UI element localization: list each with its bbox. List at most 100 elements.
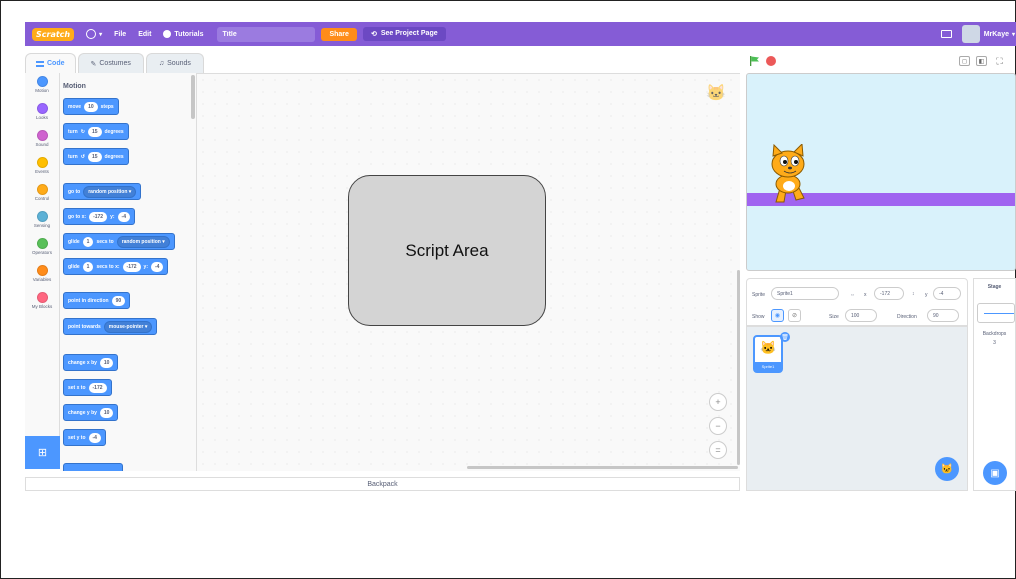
chevron-down-icon[interactable]: ▾ bbox=[1012, 31, 1015, 38]
block-input[interactable]: 1 bbox=[82, 261, 94, 272]
show-hidden-icon[interactable]: ⊘ bbox=[788, 309, 801, 322]
code-icon bbox=[36, 60, 44, 67]
block-input[interactable]: -172 bbox=[122, 261, 141, 272]
category-my-blocks[interactable]: My Blocks bbox=[25, 292, 59, 316]
category-dot-icon bbox=[36, 103, 48, 114]
block-point-towards[interactable]: point towards mouse-pointer ▾ bbox=[63, 318, 158, 335]
stop-icon[interactable] bbox=[766, 56, 776, 66]
add-extension-button[interactable]: ⊞ bbox=[25, 436, 60, 469]
extension-icon: ⊞ bbox=[37, 447, 48, 459]
y-position-input[interactable] bbox=[933, 287, 961, 300]
block-input[interactable]: -172 bbox=[88, 382, 107, 393]
large-stage-icon[interactable]: ◧ bbox=[976, 56, 987, 66]
tutorials-menu[interactable]: Tutorials bbox=[163, 30, 203, 38]
block-input[interactable]: -4 bbox=[151, 261, 164, 272]
script-horizontal-scrollbar[interactable] bbox=[467, 466, 738, 469]
block-go-to[interactable]: go to random position ▾ bbox=[63, 183, 142, 200]
block-input[interactable]: 10 bbox=[99, 407, 114, 418]
block-set-y[interactable]: set y to -4 bbox=[63, 429, 106, 446]
block-partial[interactable] bbox=[63, 463, 123, 471]
block-glide-xy[interactable]: glide 1 secs to x: -172 y: -4 bbox=[63, 258, 169, 275]
palette-heading: Motion bbox=[63, 83, 86, 90]
block-text: go to x: bbox=[68, 213, 87, 220]
zoom-reset-button[interactable]: = bbox=[709, 441, 727, 459]
tab-costumes-label: Costumes bbox=[99, 60, 131, 67]
stage-thumbnail[interactable] bbox=[977, 303, 1015, 323]
zoom-in-button[interactable]: + bbox=[709, 393, 727, 411]
category-label: My Blocks bbox=[31, 304, 53, 309]
block-dropdown[interactable]: random position ▾ bbox=[116, 235, 170, 248]
category-label: Sensing bbox=[33, 223, 51, 228]
block-input[interactable]: 90 bbox=[111, 295, 126, 306]
category-control[interactable]: Control bbox=[25, 184, 59, 208]
sprite-label: Sprite bbox=[752, 292, 766, 298]
block-change-x[interactable]: change x by 10 bbox=[63, 354, 119, 371]
block-input[interactable]: 15 bbox=[87, 126, 102, 137]
my-stuff-icon[interactable] bbox=[940, 30, 952, 38]
edit-menu[interactable]: Edit bbox=[138, 31, 151, 38]
block-glide-to[interactable]: glide 1 secs to random position ▾ bbox=[63, 233, 175, 250]
block-move-steps[interactable]: move 10 steps bbox=[63, 98, 119, 115]
stage-selector-panel[interactable]: Stage Backdrops 3 ▣ bbox=[973, 278, 1016, 491]
backpack-bar[interactable]: Backpack bbox=[25, 477, 740, 491]
cat-sprite[interactable] bbox=[764, 144, 812, 206]
choose-sprite-button[interactable]: 🐱 bbox=[935, 457, 959, 481]
cat-add-icon: 🐱 bbox=[940, 463, 954, 475]
avatar[interactable] bbox=[961, 25, 980, 43]
speaker-icon: ♫ bbox=[158, 60, 165, 67]
share-button[interactable]: Share bbox=[321, 27, 357, 41]
category-sound[interactable]: Sound bbox=[25, 130, 59, 154]
direction-input[interactable] bbox=[927, 309, 959, 322]
sprite-thumbnail[interactable]: 🐱 Sprite1 bbox=[753, 335, 783, 373]
tab-sounds[interactable]: ♫ Sounds bbox=[145, 53, 204, 73]
block-set-x[interactable]: set x to -172 bbox=[63, 379, 112, 396]
category-label: Control bbox=[34, 196, 50, 201]
category-dot-icon bbox=[36, 157, 48, 168]
stage-canvas[interactable] bbox=[746, 73, 1016, 271]
x-position-input[interactable] bbox=[874, 287, 904, 300]
block-turn-left[interactable]: turn ↺ 15 degrees bbox=[63, 148, 129, 165]
palette-scrollbar[interactable] bbox=[191, 75, 195, 119]
block-dropdown[interactable]: random position ▾ bbox=[83, 185, 137, 198]
delete-sprite-icon[interactable]: 🗑 bbox=[780, 332, 790, 342]
project-title-input[interactable] bbox=[217, 26, 316, 42]
script-vertical-scrollbar[interactable] bbox=[737, 270, 740, 465]
category-events[interactable]: Events bbox=[25, 157, 59, 181]
category-operators[interactable]: Operators bbox=[25, 238, 59, 262]
block-change-y[interactable]: change y by 10 bbox=[63, 404, 119, 421]
block-input[interactable]: -172 bbox=[89, 211, 108, 222]
choose-backdrop-button[interactable]: ▣ bbox=[983, 461, 1007, 485]
username-label[interactable]: MrKaye bbox=[984, 31, 1009, 38]
block-go-to-xy[interactable]: go to x: -172 y: -4 bbox=[63, 208, 135, 225]
sprite-name-input[interactable] bbox=[771, 287, 839, 300]
block-text: point towards bbox=[68, 323, 101, 330]
green-flag-icon[interactable] bbox=[750, 56, 759, 66]
file-menu[interactable]: File bbox=[114, 31, 126, 38]
small-stage-icon[interactable]: ◻ bbox=[959, 56, 970, 66]
tab-costumes[interactable]: ✎ Costumes bbox=[77, 53, 144, 73]
fullscreen-icon[interactable]: ⛶ bbox=[994, 56, 1005, 66]
tab-code[interactable]: Code bbox=[25, 53, 76, 73]
category-motion[interactable]: Motion bbox=[25, 76, 59, 100]
block-point-direction[interactable]: point in direction 90 bbox=[63, 292, 131, 309]
sprite-thumbnail-name: Sprite1 bbox=[755, 362, 781, 371]
block-input[interactable]: 15 bbox=[87, 151, 102, 162]
block-input[interactable]: 10 bbox=[99, 357, 114, 368]
category-looks[interactable]: Looks bbox=[25, 103, 59, 127]
block-input[interactable]: -4 bbox=[117, 211, 130, 222]
scratch-logo[interactable]: Scratch bbox=[32, 27, 75, 41]
block-dropdown[interactable]: mouse-pointer ▾ bbox=[103, 320, 153, 333]
block-input[interactable]: 1 bbox=[82, 236, 94, 247]
zoom-out-button[interactable]: − bbox=[709, 417, 727, 435]
stage-header: ◻ ◧ ⛶ bbox=[746, 53, 1016, 73]
size-input[interactable] bbox=[845, 309, 877, 322]
see-project-page-button[interactable]: ⟲ See Project Page bbox=[362, 27, 446, 41]
block-turn-right[interactable]: turn ↻ 15 degrees bbox=[63, 123, 129, 140]
language-menu[interactable]: ▾ bbox=[86, 29, 102, 39]
category-sensing[interactable]: Sensing bbox=[25, 211, 59, 235]
block-input[interactable]: 10 bbox=[84, 101, 98, 112]
block-input[interactable]: -4 bbox=[88, 432, 101, 443]
rotate-right-icon: ↻ bbox=[80, 128, 85, 135]
category-variables[interactable]: Variables bbox=[25, 265, 59, 289]
show-visible-icon[interactable]: ◉ bbox=[771, 309, 784, 322]
